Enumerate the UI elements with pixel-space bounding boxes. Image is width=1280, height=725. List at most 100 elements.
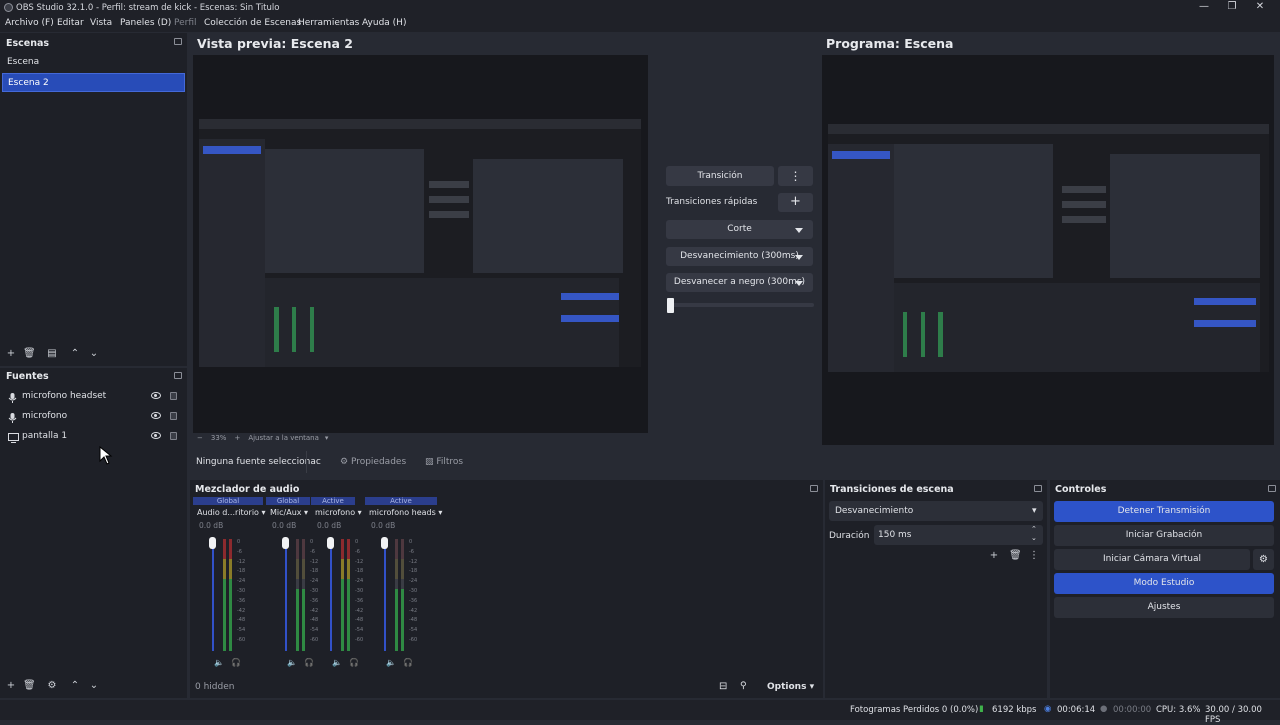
volume-slider-handle[interactable] — [209, 537, 216, 549]
arrow-up-icon[interactable]: ⌃ — [69, 680, 81, 692]
menu-ayuda[interactable]: Ayuda (H) — [362, 18, 406, 28]
volume-slider-handle[interactable] — [327, 537, 334, 549]
preview-canvas[interactable] — [193, 55, 648, 433]
trash-icon[interactable]: 🗑 — [23, 680, 36, 692]
menu-vista[interactable]: Vista — [90, 18, 112, 28]
headphones-icon[interactable]: 🎧 — [349, 658, 359, 667]
quick-transition-fade[interactable]: Desvanecimiento (300ms) — [666, 247, 813, 266]
volume-slider[interactable] — [285, 539, 287, 651]
gear-icon[interactable]: ⚙ — [1253, 549, 1274, 570]
settings-button[interactable]: Ajustes — [1054, 597, 1274, 618]
transition-select[interactable]: Desvanecimiento ▾ — [829, 501, 1043, 521]
scene-item[interactable]: Escena — [2, 53, 185, 72]
dock-float-icon[interactable] — [810, 485, 818, 492]
source-item[interactable]: microfono — [4, 406, 182, 426]
volume-slider[interactable] — [384, 539, 386, 651]
obs-logo-icon — [4, 3, 13, 12]
preview-zoom[interactable]: −33% + Ajustar a la ventana ▾ — [197, 434, 328, 442]
level-meter — [395, 539, 398, 651]
preview-screenshot — [199, 119, 641, 367]
channel-select[interactable]: Mic/Aux ▾ — [266, 508, 310, 517]
dock-float-icon[interactable] — [174, 372, 182, 379]
trash-icon[interactable]: 🗑 — [23, 348, 36, 360]
meter-scale: 0 -6 -12 -18 -24 -30 -36 -42 -48 -54 -60 — [355, 538, 363, 646]
layout-icon[interactable]: ⊟ — [719, 681, 727, 692]
gear-icon[interactable]: ⚙ — [46, 680, 58, 692]
arrow-up-icon[interactable]: ⌃ — [69, 348, 81, 360]
volume-slider-handle[interactable] — [282, 537, 289, 549]
controls-title: Controles — [1055, 484, 1107, 495]
studio-mode-button[interactable]: Modo Estudio — [1054, 573, 1274, 594]
speaker-icon[interactable]: 🔈 — [287, 658, 297, 667]
transition-button[interactable]: Transición — [666, 166, 774, 186]
menu-coleccion-escenas[interactable]: Colección de Escenas — [204, 18, 301, 28]
source-item[interactable]: pantalla 1 — [4, 426, 182, 446]
scale-label: -48 — [355, 617, 364, 624]
menu-archivo[interactable]: Archivo (F) — [5, 18, 54, 28]
minimize-button[interactable]: — — [1190, 0, 1218, 16]
scale-label: -30 — [355, 587, 364, 594]
quick-transition-fade-black[interactable]: Desvanecer a negro (300ms) — [666, 273, 813, 292]
add-icon[interactable]: + — [5, 348, 17, 360]
start-virtual-camera-button[interactable]: Iniciar Cámara Virtual — [1054, 549, 1250, 570]
headphones-icon[interactable]: 🎧 — [231, 658, 241, 667]
more-options-icon[interactable]: ⋮ — [778, 166, 813, 186]
start-recording-button[interactable]: Iniciar Grabación — [1054, 525, 1274, 546]
program-canvas — [822, 55, 1274, 445]
menu-paneles[interactable]: Paneles (D) — [120, 18, 171, 28]
more-options-icon[interactable]: ⋮ — [1028, 550, 1040, 562]
arrow-down-icon[interactable]: ⌄ — [88, 348, 100, 360]
scenes-title: Escenas — [6, 38, 50, 49]
properties-button[interactable]: ⚙ Propiedades — [340, 457, 406, 467]
speaker-icon[interactable]: 🔈 — [386, 658, 396, 667]
scale-label: -60 — [237, 636, 246, 643]
transition-slider[interactable] — [668, 303, 814, 307]
options-button[interactable]: Options ▾ — [767, 682, 814, 692]
speaker-icon[interactable]: 🔈 — [332, 658, 342, 667]
transition-slider-handle[interactable] — [667, 298, 674, 313]
channel-select[interactable]: Audio d...ritorio ▾ — [193, 508, 266, 517]
volume-slider-handle[interactable] — [381, 537, 388, 549]
menu-herramientas[interactable]: Herramientas — [298, 18, 359, 28]
tools-icon[interactable]: ⚲ — [740, 681, 747, 691]
speaker-icon[interactable]: 🔈 — [214, 658, 224, 667]
trash-icon[interactable]: 🗑 — [1009, 550, 1022, 562]
level-meter — [341, 539, 344, 651]
duration-input[interactable]: 150 ms ⌃ ⌄ — [874, 525, 1043, 545]
scale-label: 0 — [355, 539, 359, 545]
eye-icon[interactable] — [151, 412, 161, 419]
channel-tag: Global — [266, 497, 310, 505]
add-icon[interactable]: + — [778, 193, 813, 212]
eye-icon[interactable] — [151, 432, 161, 439]
lock-icon[interactable] — [170, 432, 177, 440]
menu-editar[interactable]: Editar — [57, 18, 84, 28]
lock-icon[interactable] — [170, 392, 177, 400]
maximize-button[interactable]: ❐ — [1218, 0, 1246, 16]
volume-slider[interactable] — [330, 539, 332, 651]
filter-icon[interactable]: ▤ — [46, 348, 58, 360]
add-icon[interactable]: + — [5, 680, 17, 692]
volume-slider[interactable] — [212, 539, 214, 651]
dock-float-icon[interactable] — [1268, 485, 1276, 492]
arrow-down-icon[interactable]: ⌄ — [88, 680, 100, 692]
microphone-icon — [8, 391, 17, 403]
meter-scale: 0 -6 -12 -18 -24 -30 -36 -42 -48 -54 -60 — [409, 538, 417, 646]
dock-float-icon[interactable] — [174, 38, 182, 45]
scale-label: -48 — [409, 617, 418, 624]
add-icon[interactable]: + — [988, 550, 1000, 562]
channel-select[interactable]: microfono heads ▾ — [365, 508, 442, 517]
headphones-icon[interactable]: 🎧 — [403, 658, 413, 667]
close-button[interactable]: ✕ — [1246, 0, 1274, 16]
stop-streaming-button[interactable]: Detener Transmisión — [1054, 501, 1274, 522]
scale-label: -18 — [355, 568, 364, 575]
record-time: 00:00:00 — [1113, 705, 1152, 715]
source-item[interactable]: microfono headset — [4, 386, 182, 406]
quick-transition-corte[interactable]: Corte — [666, 220, 813, 239]
scene-item-selected[interactable]: Escena 2 — [2, 73, 185, 92]
menu-perfil[interactable]: Perfil — [174, 18, 197, 28]
dock-float-icon[interactable] — [1034, 485, 1042, 492]
channel-select[interactable]: microfono ▾ — [311, 508, 362, 517]
eye-icon[interactable] — [151, 392, 161, 399]
lock-icon[interactable] — [170, 412, 177, 420]
filters-button[interactable]: ▧ Filtros — [425, 457, 463, 467]
